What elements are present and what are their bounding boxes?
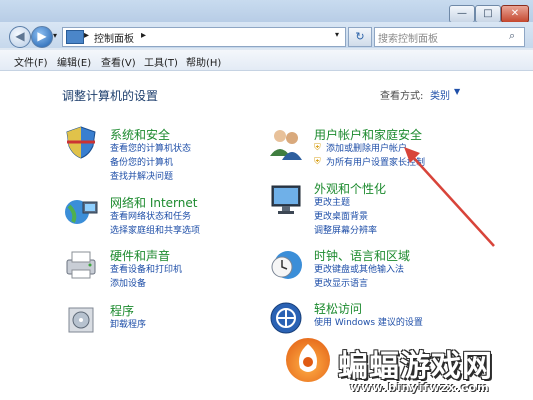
watermark-brand: 蝙蝠游戏网 [338, 349, 493, 384]
watermark-url: www.binyifwzx.com [350, 381, 490, 394]
watermark-logo-icon [286, 338, 330, 382]
annotation-arrow [404, 147, 495, 247]
